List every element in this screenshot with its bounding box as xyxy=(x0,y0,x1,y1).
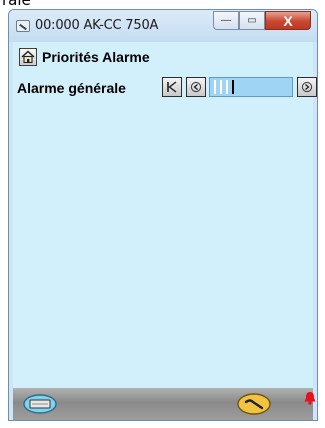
settings-button[interactable] xyxy=(237,393,271,420)
minimize-button[interactable]: — xyxy=(213,11,239,30)
alarm-bell-icon xyxy=(304,392,316,405)
maximize-icon: ▭ xyxy=(247,15,257,26)
first-icon xyxy=(167,81,177,93)
increment-button[interactable] xyxy=(297,77,317,97)
window-controls: — ▭ X xyxy=(213,11,311,31)
page-top-fragment: rale xyxy=(2,0,31,9)
parameter-label: Alarme générale xyxy=(17,80,126,96)
slider-tick xyxy=(220,80,222,94)
level-slider[interactable] xyxy=(209,77,293,97)
settings-icon xyxy=(237,393,271,415)
close-icon: X xyxy=(283,12,293,29)
app-icon xyxy=(16,20,30,32)
slider-thumb[interactable] xyxy=(232,80,234,94)
window-title: 00:000 AK-CC 750A xyxy=(35,18,159,33)
slider-tick xyxy=(226,80,228,94)
app-window: 00:000 AK-CC 750A — ▭ X Priorités Alarme xyxy=(8,9,318,421)
keyboard-button[interactable] xyxy=(23,394,57,419)
maximize-button[interactable]: ▭ xyxy=(239,11,265,30)
close-button[interactable]: X xyxy=(265,11,311,30)
status-bar xyxy=(13,388,316,420)
title-bar[interactable]: 00:000 AK-CC 750A — ▭ X xyxy=(9,10,317,42)
client-area: Priorités Alarme Alarme générale xyxy=(13,42,317,420)
keyboard-icon xyxy=(23,394,57,414)
increment-icon xyxy=(301,81,313,93)
alarm-button[interactable] xyxy=(303,390,317,411)
home-icon xyxy=(21,50,35,64)
decrement-button[interactable] xyxy=(186,77,206,97)
first-button[interactable] xyxy=(162,77,182,97)
home-button[interactable] xyxy=(19,48,37,66)
minimize-icon: — xyxy=(221,15,231,26)
page-header: Priorités Alarme xyxy=(19,46,150,68)
decrement-icon xyxy=(190,81,202,93)
page-title: Priorités Alarme xyxy=(42,49,150,65)
slider-tick xyxy=(214,80,216,94)
